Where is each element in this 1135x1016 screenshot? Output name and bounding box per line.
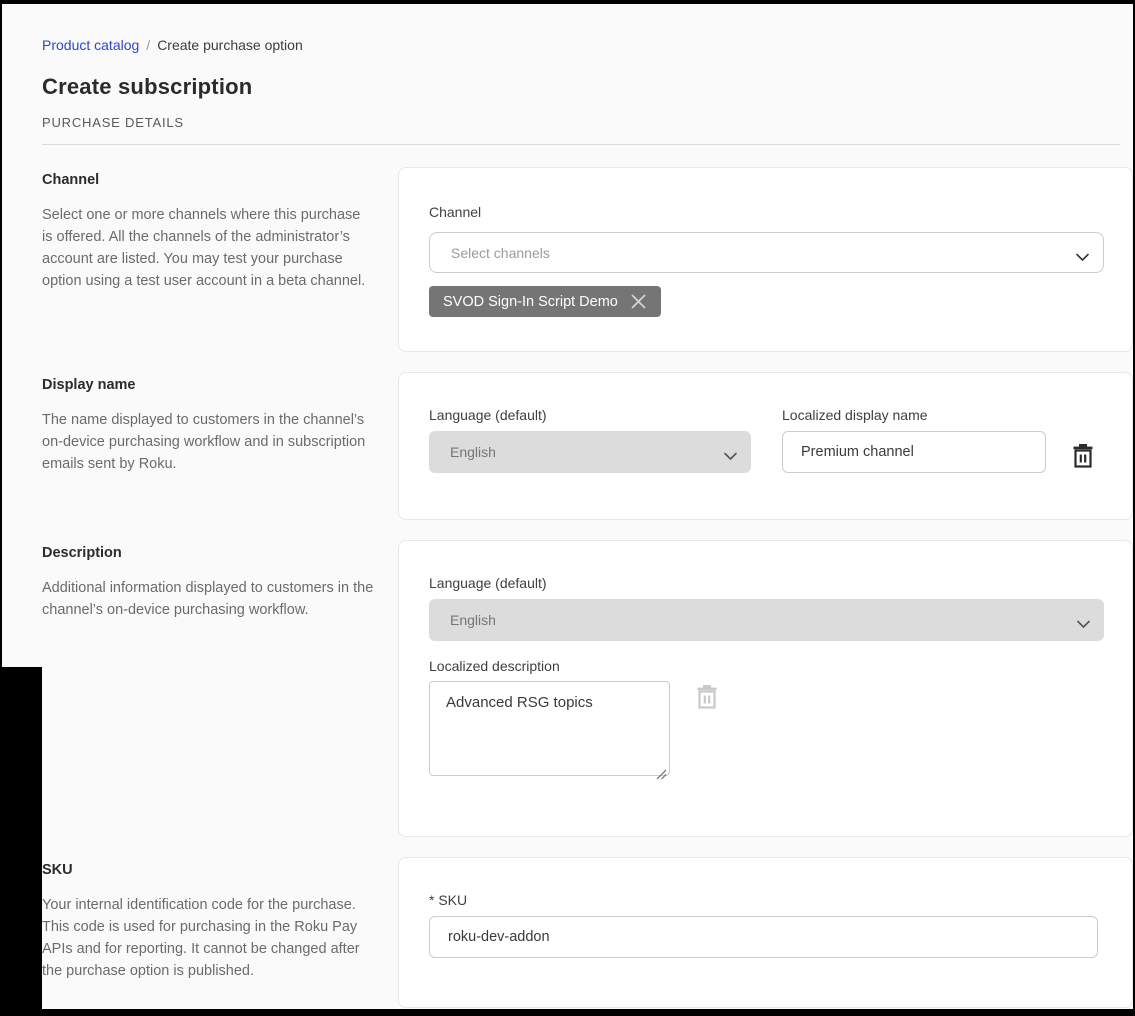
localized-display-name-input[interactable] [782, 431, 1046, 473]
display-name-language-group: Language (default) English [429, 407, 751, 473]
display-name-help: Display name The name displayed to custo… [42, 372, 398, 520]
localized-description-wrap: Advanced RSG topics [429, 674, 670, 781]
breadcrumb-separator: / [146, 37, 150, 53]
localized-display-name-label: Localized display name [782, 407, 1046, 423]
section-heading-purchase-details: PURCHASE DETAILS [42, 115, 1133, 130]
channel-field-label: Channel [429, 204, 1102, 220]
channel-description: Select one or more channels where this p… [42, 204, 374, 292]
delete-description-button-disabled [695, 684, 719, 710]
breadcrumb-link-product-catalog[interactable]: Product catalog [42, 37, 139, 53]
sku-field-label: * SKU [429, 892, 1102, 908]
trash-icon [695, 698, 719, 713]
display-name-language-select: English [429, 431, 751, 473]
display-name-card: Language (default) English Localized dis… [398, 372, 1133, 520]
localized-display-name-group: Localized display name [782, 407, 1046, 473]
trash-icon [1071, 457, 1095, 472]
left-black-overlay [0, 667, 42, 1016]
language-select-value: English [450, 444, 496, 460]
channel-select-placeholder: Select channels [451, 245, 550, 261]
sku-input[interactable] [429, 916, 1098, 958]
chevron-down-icon [1077, 616, 1090, 625]
selected-channel-chip-label: SVOD Sign-In Script Demo [443, 294, 618, 310]
selected-channel-chip: SVOD Sign-In Script Demo [429, 286, 661, 317]
language-select-value: English [450, 612, 496, 628]
form-row-display-name: Display name The name displayed to custo… [42, 372, 1133, 520]
form-row-sku: SKU Your internal identification code fo… [42, 857, 1133, 1008]
display-name-heading: Display name [42, 377, 398, 393]
chevron-down-icon [724, 448, 737, 457]
channel-heading: Channel [42, 172, 398, 188]
channel-help: Channel Select one or more channels wher… [42, 167, 398, 352]
form-row-description: Description Additional information displ… [42, 540, 1133, 837]
description-language-select: English [429, 599, 1104, 641]
form-row-channel: Channel Select one or more channels wher… [42, 167, 1133, 352]
sku-help: SKU Your internal identification code fo… [42, 857, 398, 1008]
sku-heading: SKU [42, 862, 398, 878]
display-name-description: The name displayed to customers in the c… [42, 409, 374, 475]
screenshot-frame: Product catalog / Create purchase option… [0, 0, 1135, 1016]
resize-handle-icon[interactable] [656, 767, 667, 785]
breadcrumb: Product catalog / Create purchase option [42, 37, 1133, 53]
language-default-label: Language (default) [429, 407, 751, 423]
description-heading: Description [42, 545, 398, 561]
description-description: Additional information displayed to cust… [42, 577, 374, 621]
page: Product catalog / Create purchase option… [2, 4, 1133, 1009]
chevron-down-icon [1076, 249, 1089, 258]
delete-display-name-button[interactable] [1071, 443, 1095, 469]
description-card: Language (default) English Localized des… [398, 540, 1133, 837]
breadcrumb-current: Create purchase option [157, 37, 303, 53]
description-help: Description Additional information displ… [42, 540, 398, 837]
language-default-label: Language (default) [429, 575, 1102, 591]
main-content: Product catalog / Create purchase option… [2, 4, 1133, 1008]
channel-select[interactable]: Select channels [429, 232, 1104, 273]
sku-description: Your internal identification code for th… [42, 894, 374, 982]
localized-description-textarea[interactable]: Advanced RSG topics [429, 681, 670, 776]
page-title: Create subscription [42, 74, 1133, 100]
remove-chip-icon[interactable] [628, 291, 649, 312]
section-divider [42, 144, 1120, 145]
channel-card: Channel Select channels SVOD Sign-In Scr… [398, 167, 1133, 352]
sku-card: * SKU [398, 857, 1133, 1008]
localized-description-label: Localized description [429, 658, 1102, 674]
